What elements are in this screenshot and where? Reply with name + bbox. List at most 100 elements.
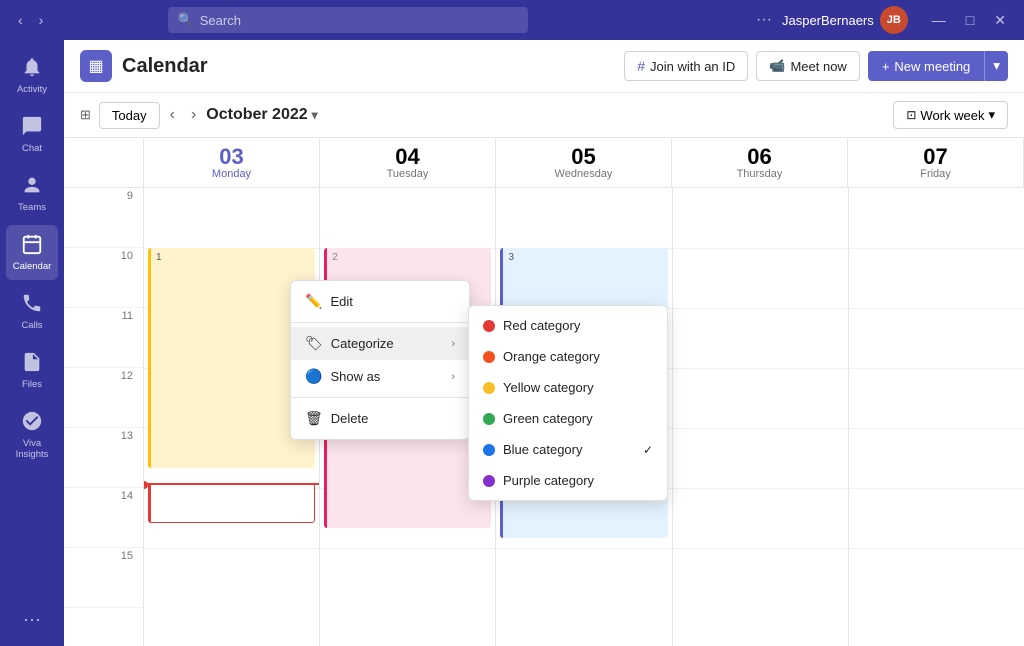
event-label: 2	[332, 252, 338, 263]
window-controls: — □ ✕	[926, 10, 1012, 31]
close-button[interactable]: ✕	[988, 10, 1012, 31]
cat-item-green[interactable]: Green category	[469, 403, 667, 434]
back-button[interactable]: ‹	[12, 10, 29, 30]
context-menu[interactable]: ✏️ Edit 🏷 Categorize › 🔵	[290, 280, 470, 440]
sidebar-item-chat[interactable]: Chat	[6, 107, 58, 162]
event-label: 3	[508, 252, 514, 263]
time-slot-15: 15	[64, 548, 143, 608]
time-slot-13: 13	[64, 428, 143, 488]
time-slots: 9 10 11 12 13 14 15	[64, 188, 143, 646]
time-column: 9 10 11 12 13 14 15	[64, 138, 144, 646]
sidebar-item-calls[interactable]: Calls	[6, 284, 58, 339]
title-bar: ‹ › 🔍 ··· JasperBernaers JB — □ ✕	[0, 0, 1024, 40]
show-as-label: Show as	[330, 369, 380, 384]
category-submenu[interactable]: Red category Orange category Yellow cate…	[468, 305, 668, 501]
maximize-button[interactable]: □	[960, 10, 980, 31]
sidebar-item-files[interactable]: Files	[6, 343, 58, 398]
tag-icon: 🏷	[305, 335, 323, 352]
day-name-wed: Wednesday	[555, 168, 613, 180]
month-title: October 2022 ▾	[206, 106, 317, 124]
sidebar-item-viva[interactable]: Viva Insights	[6, 402, 58, 468]
hour-line	[849, 548, 1024, 549]
titlebar-nav: ‹ ›	[12, 10, 49, 30]
app-icon: ▦	[80, 50, 112, 82]
cal-nav-inner: ⊞ Today ‹ › October 2022 ▾	[80, 102, 318, 129]
new-meeting-button[interactable]: + New meeting	[868, 51, 984, 81]
today-button[interactable]: Today	[99, 102, 160, 129]
day-header-mon: 03 Monday	[144, 138, 320, 187]
hour-line	[673, 428, 848, 429]
days-header: 03 Monday 04 Tuesday 05 Wednesday 06 Thu…	[144, 138, 1024, 188]
day-num-wed: 05	[571, 146, 595, 168]
meet-now-button[interactable]: 📹 Meet now	[756, 51, 860, 81]
cat-item-red[interactable]: Red category	[469, 310, 667, 341]
time-slot-11: 11	[64, 308, 143, 368]
forward-button[interactable]: ›	[33, 10, 50, 30]
user-info: JasperBernaers JB	[782, 6, 908, 34]
titlebar-right: ··· JasperBernaers JB — □ ✕	[756, 6, 1012, 34]
sidebar-item-calendar[interactable]: Calendar	[6, 225, 58, 280]
red-category-label: Red category	[503, 318, 580, 333]
hash-icon: #	[637, 58, 645, 74]
search-bar[interactable]: 🔍	[168, 7, 528, 33]
trash-icon: 🗑	[305, 410, 323, 427]
purple-dot	[483, 475, 495, 487]
hour-line	[673, 488, 848, 489]
new-meeting-dropdown-button[interactable]: ▾	[984, 51, 1008, 81]
time-slot-12: 12	[64, 368, 143, 428]
edit-label: Edit	[330, 294, 352, 309]
hour-line	[496, 548, 671, 549]
month-label: October 2022	[206, 106, 307, 124]
cat-item-orange[interactable]: Orange category	[469, 341, 667, 372]
context-divider-2	[291, 397, 469, 398]
context-menu-edit[interactable]: ✏️ Edit	[291, 285, 469, 318]
day-header-thu: 06 Thursday	[672, 138, 848, 187]
join-with-id-button[interactable]: # Join with an ID	[624, 51, 748, 81]
context-menu-show-as[interactable]: 🔵 Show as ›	[291, 360, 469, 393]
next-week-button[interactable]: ›	[185, 102, 202, 128]
green-dot	[483, 413, 495, 425]
cat-item-blue[interactable]: Blue category ✓	[469, 434, 667, 465]
sidebar-item-teams[interactable]: Teams	[6, 166, 58, 221]
view-selector-button[interactable]: ⊡ Work week ▾	[893, 101, 1008, 129]
event-mon-2[interactable]	[148, 483, 315, 523]
show-as-item-left: 🔵 Show as	[305, 368, 380, 385]
cat-item-purple[interactable]: Purple category	[469, 465, 667, 496]
view-label: Work week	[920, 108, 984, 123]
app-icon-symbol: ▦	[88, 56, 103, 76]
view-dropdown-arrow: ▾	[988, 107, 995, 123]
calendar-header: ▦ Calendar # Join with an ID 📹 Meet now …	[64, 40, 1024, 93]
day-header-wed: 05 Wednesday	[496, 138, 672, 187]
categorize-submenu-arrow: ›	[451, 338, 455, 350]
event-label: 1	[156, 252, 162, 263]
cal-header-left: ▦ Calendar	[80, 50, 208, 82]
show-as-icon: 🔵	[305, 368, 322, 385]
context-menu-categorize[interactable]: 🏷 Categorize ›	[291, 327, 469, 360]
day-col-thursday[interactable]	[673, 188, 849, 646]
search-input[interactable]	[200, 13, 400, 28]
day-header-tue: 04 Tuesday	[320, 138, 496, 187]
activity-label: Activity	[17, 84, 47, 95]
day-col-friday[interactable]	[849, 188, 1024, 646]
calendar-icon	[21, 233, 43, 258]
cat-item-yellow[interactable]: Yellow category	[469, 372, 667, 403]
hour-line	[673, 248, 848, 249]
prev-week-button[interactable]: ‹	[164, 102, 181, 128]
chevron-down-icon: ▾	[993, 58, 1000, 73]
files-icon	[21, 351, 43, 376]
minimize-button[interactable]: —	[926, 10, 952, 31]
day-name-mon: Monday	[212, 168, 251, 180]
hour-line	[673, 308, 848, 309]
categorize-label: Categorize	[331, 336, 394, 351]
hour-line	[320, 548, 495, 549]
context-menu-delete[interactable]: 🗑 Delete	[291, 402, 469, 435]
search-icon: 🔍	[178, 12, 194, 28]
sidebar-more[interactable]: ···	[6, 601, 58, 638]
sidebar-item-activity[interactable]: Activity	[6, 48, 58, 103]
more-options-button[interactable]: ···	[756, 11, 772, 29]
current-time-line	[144, 483, 319, 485]
teams-label: Teams	[18, 202, 46, 213]
edit-item-left: ✏️ Edit	[305, 293, 353, 310]
calendar-area: ▦ Calendar # Join with an ID 📹 Meet now …	[64, 40, 1024, 646]
calendar-nav: ⊞ Today ‹ › October 2022 ▾ ⊡ Work week ▾	[64, 93, 1024, 138]
